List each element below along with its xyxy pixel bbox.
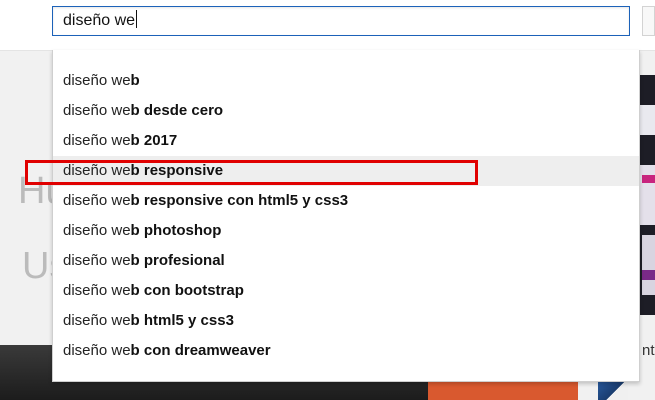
suggestion-completion-text: b photoshop	[130, 222, 222, 239]
suggestion-completion-text: b con dreamweaver	[130, 342, 271, 359]
suggestion-item[interactable]: diseño web profesional	[53, 246, 639, 276]
suggestion-typed-text: diseño we	[63, 342, 131, 359]
suggestion-completion-text: b desde cero	[130, 102, 224, 119]
ad-banner[interactable]	[640, 75, 655, 315]
suggestion-typed-text: diseño we	[63, 162, 131, 179]
suggestion-item[interactable]: diseño web responsive con html5 y css3	[53, 186, 639, 216]
suggestion-item[interactable]: diseño web	[53, 66, 639, 96]
suggestion-completion-text: b con bootstrap	[130, 282, 244, 299]
autocomplete-dropdown: diseño web diseño web desde cero diseño …	[52, 50, 640, 382]
suggestion-item[interactable]: diseño web desde cero	[53, 96, 639, 126]
suggestion-item[interactable]: diseño web html5 y css3	[53, 306, 639, 336]
banner-stripe	[642, 235, 655, 295]
banner-stripe	[640, 105, 655, 135]
suggestion-typed-text: diseño we	[63, 132, 131, 149]
suggestion-item[interactable]: diseño web photoshop	[53, 216, 639, 246]
suggestion-typed-text: diseño we	[63, 102, 131, 119]
suggestion-typed-text: diseño we	[63, 252, 131, 269]
text-caret	[136, 10, 138, 28]
suggestion-completion-text: b 2017	[130, 132, 178, 149]
suggestion-item-highlighted[interactable]: diseño web responsive	[53, 156, 639, 186]
suggestion-completion-text: b responsive con html5 y css3	[130, 192, 349, 209]
search-button[interactable]	[642, 6, 655, 36]
suggestion-typed-text: diseño we	[63, 312, 131, 329]
suggestion-completion-text: b html5 y css3	[130, 312, 234, 329]
suggestion-typed-text: diseño we	[63, 192, 131, 209]
suggestion-completion-text: b profesional	[130, 252, 225, 269]
suggestion-typed-text: diseño we	[63, 282, 131, 299]
banner-stripe	[642, 175, 655, 183]
search-input[interactable]: diseño we	[52, 6, 630, 36]
suggestion-completion-text: b	[130, 72, 140, 89]
sidebar-text-fragment: nt	[642, 342, 655, 359]
suggestion-item[interactable]: diseño web con dreamweaver	[53, 336, 639, 366]
banner-stripe	[640, 165, 655, 225]
suggestion-item[interactable]: diseño web con bootstrap	[53, 276, 639, 306]
suggestion-typed-text: diseño we	[63, 222, 131, 239]
suggestion-typed-text: diseño we	[63, 72, 131, 89]
search-input-value: diseño we	[63, 12, 136, 29]
suggestion-item[interactable]: diseño web 2017	[53, 126, 639, 156]
banner-stripe	[642, 270, 655, 280]
suggestion-completion-text: b responsive	[130, 162, 224, 179]
top-bar: diseño we	[0, 0, 655, 51]
